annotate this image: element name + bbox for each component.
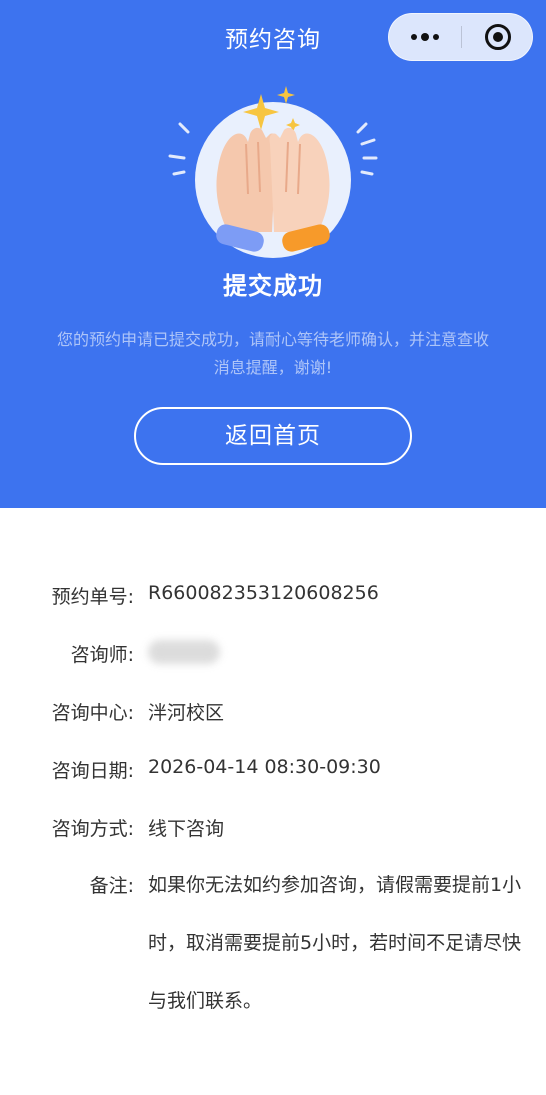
nav-bar: 预约咨询 [0,0,546,72]
note-value: 如果你无法如约参加咨询，请假需要提前1小时，取消需要提前5小时，若时间不足请尽快… [148,874,522,1012]
method-value: 线下咨询 [148,818,225,840]
success-title: 提交成功 [223,272,323,300]
note-label: 备注: [89,875,134,897]
high-five-hands-illustration [168,86,378,258]
method-label: 咨询方式: [51,818,134,840]
center-value: 泮河校区 [148,702,225,724]
counselor-label: 咨询师: [70,644,134,666]
capsule-divider [461,26,462,48]
center-label: 咨询中心: [51,702,134,724]
order-no-label: 预约单号: [51,586,134,608]
more-dots-icon[interactable] [389,14,461,60]
date-value: 2026-04-14 08:30-09:30 [148,756,381,778]
order-no-value: R660082353120608256 [148,582,379,604]
back-home-button[interactable]: 返回首页 [134,407,412,465]
date-label: 咨询日期: [51,760,134,782]
capsule-close-icon[interactable] [485,24,511,50]
success-message: 您的预约申请已提交成功，请耐心等待老师确认，并注意查收消息提醒，谢谢! [56,330,489,377]
counselor-value-blurred [148,640,220,669]
mini-program-capsule [388,13,533,61]
